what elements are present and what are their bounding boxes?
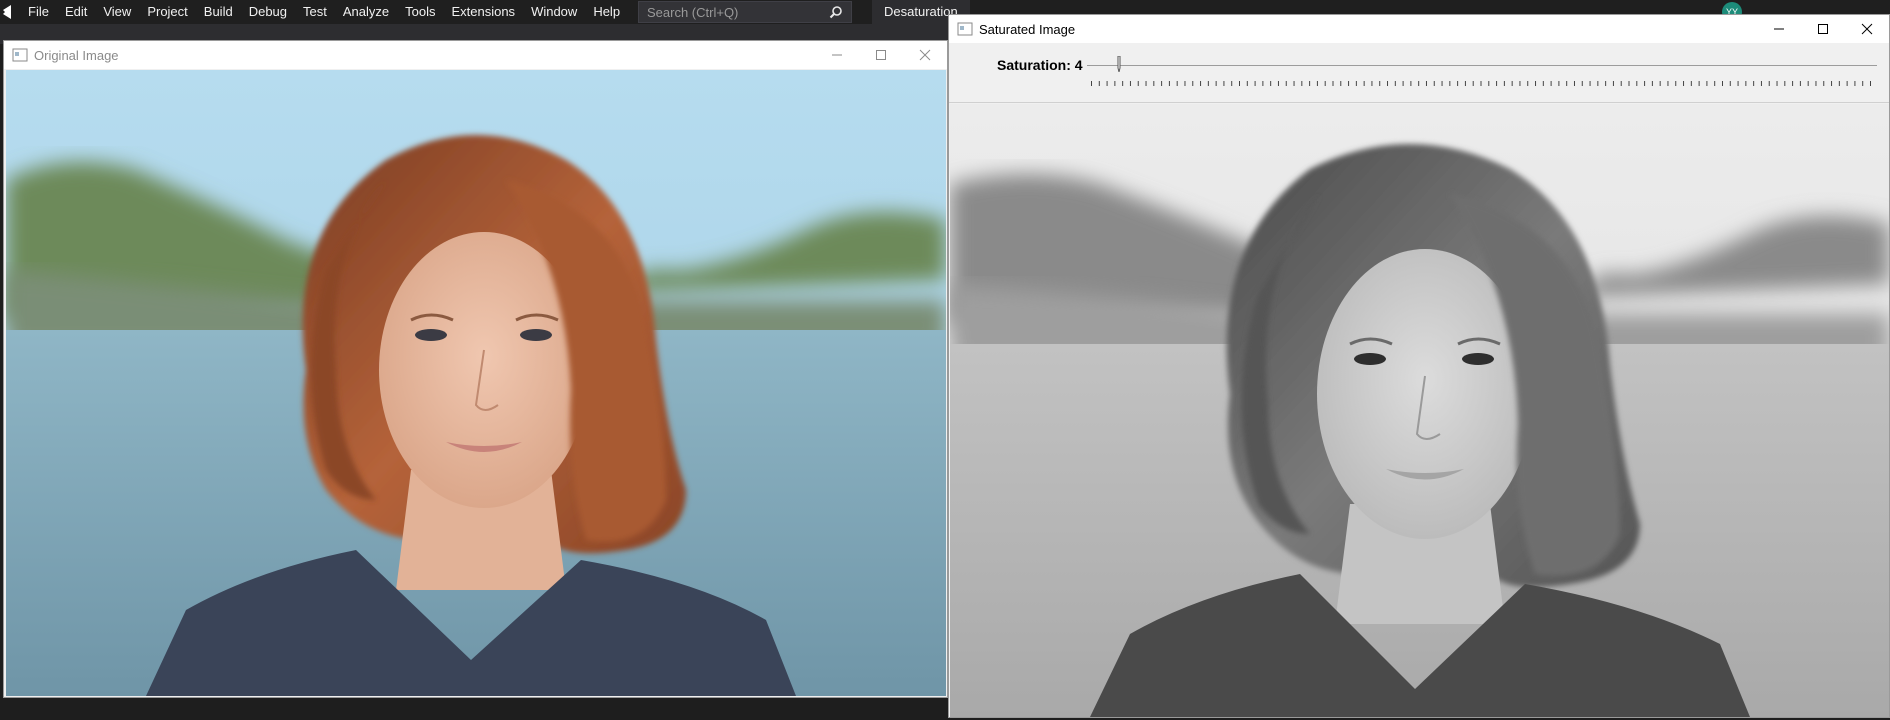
maximize-icon xyxy=(876,50,886,60)
window-app-icon xyxy=(957,22,973,36)
minimize-button[interactable] xyxy=(815,41,859,69)
original-image xyxy=(6,70,946,696)
minimize-icon xyxy=(1774,28,1784,30)
menu-build[interactable]: Build xyxy=(196,0,241,24)
minimize-button[interactable] xyxy=(1757,15,1801,43)
maximize-icon xyxy=(1818,24,1828,34)
close-icon xyxy=(919,49,931,61)
maximize-button[interactable] xyxy=(1801,15,1845,43)
saturated-window-titlebar[interactable]: Saturated Image xyxy=(949,15,1889,43)
menu-file[interactable]: File xyxy=(20,0,57,24)
saturation-slider-thumb[interactable] xyxy=(1115,56,1123,72)
saturated-image xyxy=(950,104,1889,717)
minimize-icon xyxy=(832,54,842,56)
original-window-title: Original Image xyxy=(34,47,119,63)
saturation-slider-ticks xyxy=(1091,81,1871,86)
close-icon xyxy=(1861,23,1873,35)
saturated-window-title: Saturated Image xyxy=(979,21,1076,37)
search-placeholder: Search (Ctrl+Q) xyxy=(647,4,739,20)
close-button[interactable] xyxy=(903,41,947,69)
menu-project[interactable]: Project xyxy=(139,0,195,24)
menu-view[interactable]: View xyxy=(95,0,139,24)
menu-extensions[interactable]: Extensions xyxy=(443,0,523,24)
menu-test[interactable]: Test xyxy=(295,0,335,24)
menu-debug[interactable]: Debug xyxy=(241,0,295,24)
original-window-titlebar[interactable]: Original Image xyxy=(4,41,947,69)
menu-help[interactable]: Help xyxy=(585,0,628,24)
menu-edit[interactable]: Edit xyxy=(57,0,95,24)
saturation-label: Saturation: 4 xyxy=(997,57,1083,73)
original-image-window: Original Image xyxy=(3,40,948,698)
menu-window[interactable]: Window xyxy=(523,0,585,24)
window-app-icon xyxy=(12,48,28,62)
menu-analyze[interactable]: Analyze xyxy=(335,0,397,24)
saturated-image-window: Saturated Image Saturation: 4 xyxy=(948,14,1890,718)
saturation-slider-track[interactable] xyxy=(1087,65,1877,66)
search-icon xyxy=(829,6,842,19)
menu-tools[interactable]: Tools xyxy=(397,0,443,24)
search-box[interactable]: Search (Ctrl+Q) xyxy=(638,1,852,23)
saturation-trackbar-panel: Saturation: 4 xyxy=(949,43,1889,103)
maximize-button[interactable] xyxy=(859,41,903,69)
close-button[interactable] xyxy=(1845,15,1889,43)
visual-studio-logo-icon[interactable] xyxy=(0,0,14,24)
